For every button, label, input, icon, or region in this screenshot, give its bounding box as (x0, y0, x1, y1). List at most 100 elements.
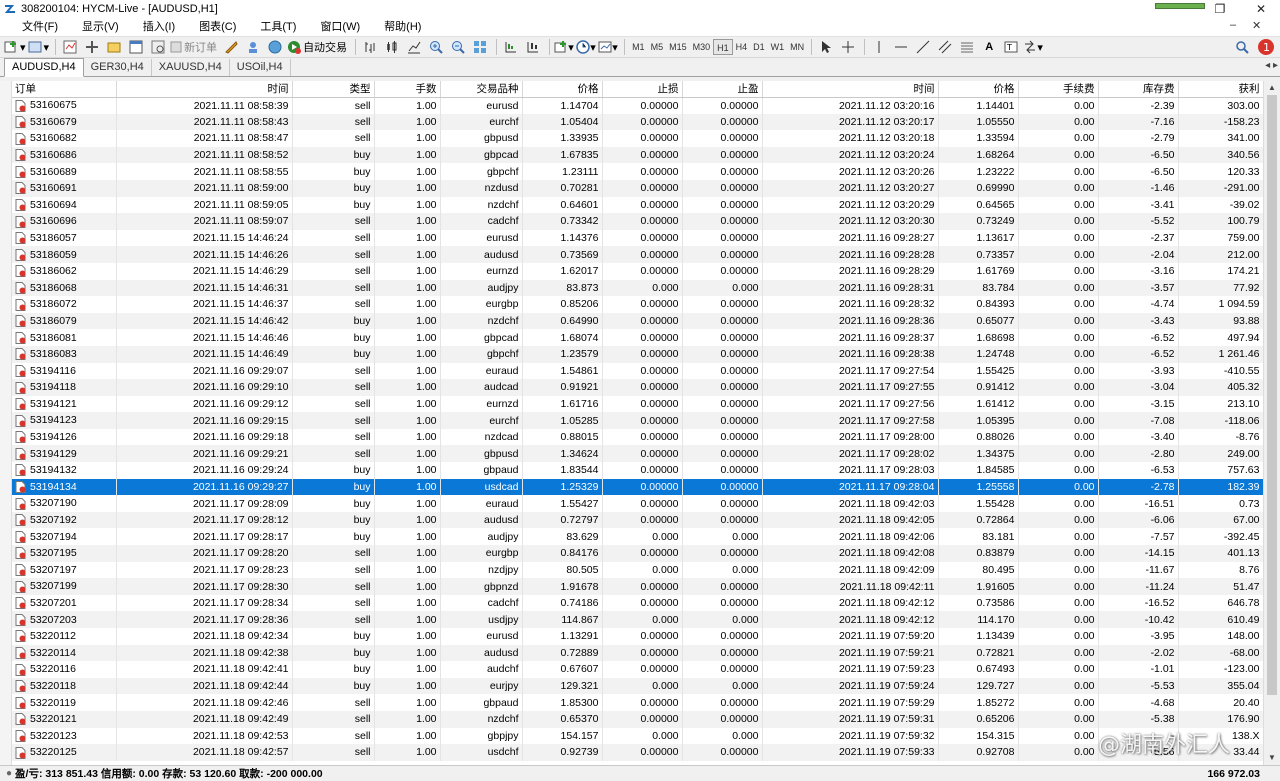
tab-xauusd[interactable]: XAUUSD,H4 (152, 59, 230, 76)
equidistant-channel-icon[interactable] (935, 37, 955, 57)
table-row[interactable]: 53220125 2021.11.18 09:42:57 sell 1.00 usdch… (12, 744, 1264, 761)
col-swap[interactable]: 库存费 (1098, 81, 1179, 98)
crosshair-icon[interactable] (838, 37, 858, 57)
new-chart-icon[interactable]: ▾ (4, 37, 26, 57)
market-watch-icon[interactable] (60, 37, 80, 57)
timeframe-h4[interactable]: H4 (733, 39, 751, 55)
periods-clock-icon[interactable]: ▾ (576, 37, 596, 57)
scroll-down-icon[interactable]: ▼ (1266, 752, 1278, 764)
col-profit[interactable]: 获利 (1178, 81, 1264, 98)
table-row[interactable]: 53194129 2021.11.16 09:29:21 sell 1.00 gbpus… (12, 445, 1264, 463)
chart-shift-icon[interactable] (501, 37, 521, 57)
timeframe-m5[interactable]: M5 (648, 39, 667, 55)
bar-chart-icon[interactable] (360, 37, 380, 57)
table-row[interactable]: 53194123 2021.11.16 09:29:15 sell 1.00 eurch… (12, 412, 1264, 429)
col-symbol[interactable]: 交易品种 (440, 81, 523, 98)
new-order-button[interactable]: 新订单 (170, 37, 219, 57)
autotrade-button[interactable]: 自动交易 (287, 37, 349, 57)
strategy-tester-icon[interactable] (148, 37, 168, 57)
menu-help[interactable]: 帮助(H) (368, 18, 429, 36)
col-stop-loss[interactable]: 止损 (602, 81, 683, 98)
table-row[interactable]: 53160679 2021.11.11 08:58:43 sell 1.00 eurch… (12, 113, 1264, 131)
menu-insert[interactable]: 插入(I) (127, 18, 183, 36)
fibonacci-icon[interactable] (957, 37, 977, 57)
restore-window-icon[interactable]: ❐ (1211, 1, 1229, 17)
table-row[interactable]: 53186059 2021.11.15 14:46:26 sell 1.00 audus… (12, 246, 1264, 263)
table-row[interactable]: 53194118 2021.11.16 09:29:10 sell 1.00 audca… (12, 379, 1264, 396)
table-row[interactable]: 53160689 2021.11.11 08:58:55 buy 1.00 gbpchf… (12, 163, 1264, 180)
tab-usoil[interactable]: USOil,H4 (230, 59, 291, 76)
market-icon[interactable] (265, 37, 285, 57)
tab-audusd[interactable]: AUDUSD,H4 (4, 58, 84, 77)
col-lots[interactable]: 手数 (374, 81, 441, 98)
scroll-thumb[interactable] (1267, 95, 1277, 695)
trendline-icon[interactable] (913, 37, 933, 57)
menu-tools[interactable]: 工具(T) (244, 18, 304, 36)
table-row[interactable]: 53160682 2021.11.11 08:58:47 sell 1.00 gbpus… (12, 130, 1264, 147)
navigator-icon[interactable] (104, 37, 124, 57)
text-tool-icon[interactable]: A (979, 37, 999, 57)
notification-badge[interactable]: 1 (1256, 37, 1276, 57)
candlestick-chart-icon[interactable] (382, 37, 402, 57)
col-commission[interactable]: 手续费 (1018, 81, 1099, 98)
table-row[interactable]: 53207190 2021.11.17 09:28:09 buy 1.00 euraud… (12, 495, 1264, 512)
timeframe-d1[interactable]: D1 (750, 39, 768, 55)
autoscroll-icon[interactable] (523, 37, 543, 57)
vertical-line-icon[interactable] (869, 37, 889, 57)
table-row[interactable]: 53186068 2021.11.15 14:46:31 sell 1.00 audjp… (12, 279, 1264, 297)
mdi-minimize-icon[interactable]: – (1230, 19, 1236, 31)
col-type[interactable]: 类型 (292, 81, 375, 98)
table-row[interactable]: 53160694 2021.11.11 08:59:05 buy 1.00 nzdchf… (12, 196, 1264, 214)
timeframe-m1[interactable]: M1 (629, 39, 648, 55)
zoom-out-icon[interactable] (448, 37, 468, 57)
horizontal-line-icon[interactable] (891, 37, 911, 57)
table-row[interactable]: 53186057 2021.11.15 14:46:24 sell 1.00 eurus… (12, 229, 1264, 247)
metaeditor-icon[interactable] (221, 37, 241, 57)
col-open-price[interactable]: 价格 (522, 81, 603, 98)
col-close-price[interactable]: 价格 (938, 81, 1019, 98)
table-row[interactable]: 53207199 2021.11.17 09:28:30 sell 1.00 gbpnz… (12, 578, 1264, 595)
vertical-scrollbar[interactable]: ▲ ▼ (1263, 81, 1280, 765)
col-take-profit[interactable]: 止盈 (682, 81, 763, 98)
col-order[interactable]: 订单 (12, 81, 117, 98)
mdi-close-icon[interactable]: ✕ (1252, 19, 1261, 32)
search-icon[interactable] (1232, 37, 1252, 57)
tile-windows-icon[interactable] (470, 37, 490, 57)
table-row[interactable]: 53186062 2021.11.15 14:46:29 sell 1.00 eurnz… (12, 262, 1264, 280)
table-row[interactable]: 53207192 2021.11.17 09:28:12 buy 1.00 audusd… (12, 511, 1264, 529)
menu-window[interactable]: 窗口(W) (304, 18, 368, 36)
cursor-icon[interactable] (816, 37, 836, 57)
timeframe-m15[interactable]: M15 (666, 39, 690, 55)
indicators-icon[interactable]: ▾ (554, 37, 574, 57)
table-row[interactable]: 53207201 2021.11.17 09:28:34 sell 1.00 cadch… (12, 594, 1264, 612)
scroll-up-icon[interactable]: ▲ (1266, 82, 1278, 94)
menu-view[interactable]: 显示(V) (66, 18, 127, 36)
table-row[interactable]: 53194134 2021.11.16 09:29:27 buy 1.00 usdcad… (12, 478, 1264, 496)
profiles-icon[interactable]: ▾ (28, 37, 49, 57)
table-row[interactable]: 53160696 2021.11.11 08:59:07 sell 1.00 cadch… (12, 213, 1264, 230)
table-row[interactable]: 53220112 2021.11.18 09:42:34 buy 1.00 eurusd… (12, 628, 1264, 645)
close-window-icon[interactable]: ✕ (1252, 1, 1270, 17)
table-row[interactable]: 53186081 2021.11.15 14:46:46 buy 1.00 gbpcad… (12, 329, 1264, 346)
table-row[interactable]: 53220123 2021.11.18 09:42:53 sell 1.00 gbpjp… (12, 727, 1264, 745)
data-window-icon[interactable] (82, 37, 102, 57)
signals-icon[interactable] (243, 37, 263, 57)
table-row[interactable]: 53194121 2021.11.16 09:29:12 sell 1.00 eurnz… (12, 395, 1264, 413)
timeframe-w1[interactable]: W1 (768, 39, 788, 55)
timeframe-mn[interactable]: MN (787, 39, 807, 55)
table-row[interactable]: 53220121 2021.11.18 09:42:49 sell 1.00 nzdch… (12, 710, 1264, 728)
menu-charts[interactable]: 图表(C) (183, 18, 244, 36)
table-row[interactable]: 53220116 2021.11.18 09:42:41 buy 1.00 audchf… (12, 661, 1264, 678)
table-row[interactable]: 53207194 2021.11.17 09:28:17 buy 1.00 audjpy… (12, 528, 1264, 546)
table-row[interactable]: 53207197 2021.11.17 09:28:23 sell 1.00 nzdjp… (12, 561, 1264, 579)
table-row[interactable]: 53207203 2021.11.17 09:28:36 sell 1.00 usdjp… (12, 611, 1264, 628)
table-row[interactable]: 53194126 2021.11.16 09:29:18 sell 1.00 nzdca… (12, 428, 1264, 446)
timeframe-m30[interactable]: M30 (690, 39, 714, 55)
table-row[interactable]: 53194132 2021.11.16 09:29:24 buy 1.00 gbpaud… (12, 462, 1264, 479)
terminal-icon[interactable] (126, 37, 146, 57)
timeframe-h1[interactable]: H1 (713, 39, 733, 55)
menu-file[interactable]: 文件(F) (6, 18, 66, 36)
table-row[interactable]: 53220114 2021.11.18 09:42:38 buy 1.00 audusd… (12, 644, 1264, 662)
table-row[interactable]: 53160691 2021.11.11 08:59:00 buy 1.00 nzdusd… (12, 179, 1264, 197)
table-row[interactable]: 53160686 2021.11.11 08:58:52 buy 1.00 gbpcad… (12, 146, 1264, 164)
